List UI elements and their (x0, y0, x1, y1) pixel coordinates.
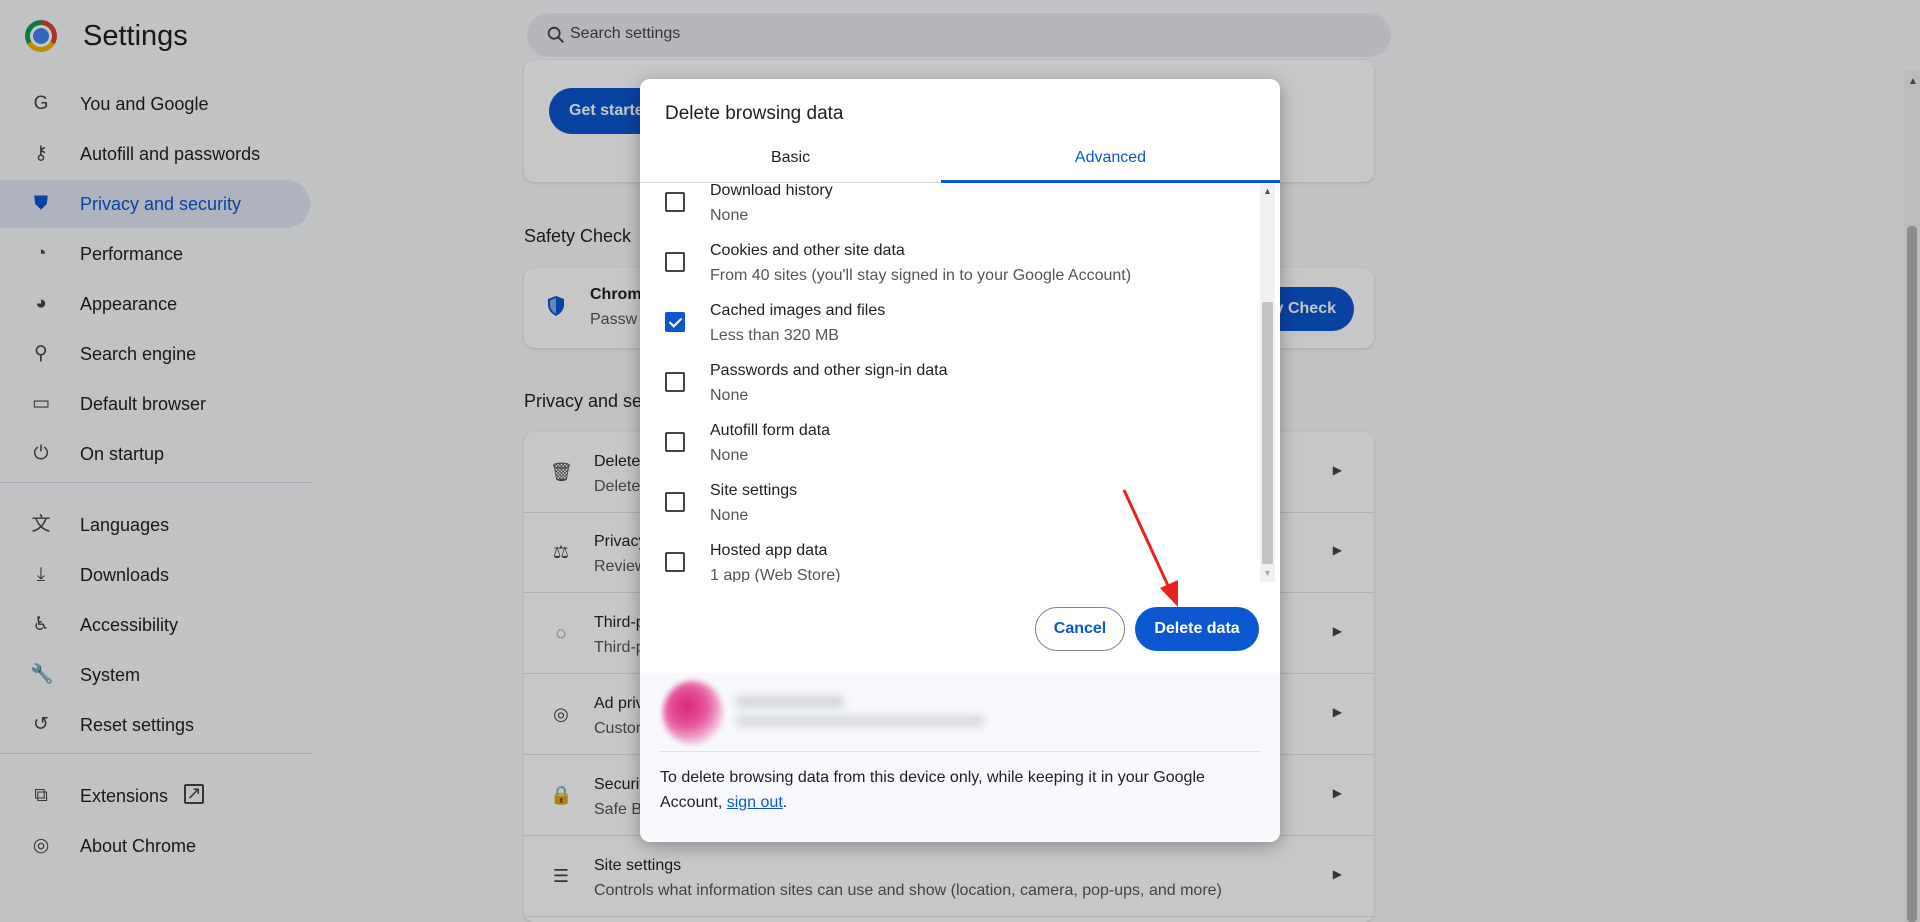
checkbox[interactable] (665, 312, 685, 332)
footer-text: To delete browsing data from this device… (660, 765, 1260, 815)
delete-data-button[interactable]: Delete data (1135, 607, 1259, 651)
data-type-subtitle: From 40 sites (you'll stay signed in to … (710, 267, 1132, 284)
dialog-tabs: Basic Advanced (640, 139, 1280, 183)
sign-out-link[interactable]: sign out (727, 794, 783, 811)
data-type-item[interactable]: Passwords and other sign-in data None (640, 352, 1260, 412)
footer-divider (660, 751, 1260, 752)
data-type-title: Site settings (710, 482, 798, 499)
data-type-item[interactable]: Cached images and files Less than 320 MB (640, 292, 1260, 352)
checkbox[interactable] (665, 492, 685, 512)
data-type-title: Autofill form data (710, 422, 831, 439)
data-type-item[interactable]: Download history None (640, 184, 1260, 232)
data-type-item[interactable]: Cookies and other site data From 40 sites… (640, 232, 1260, 292)
checkbox[interactable] (665, 192, 685, 212)
account-email-redacted (735, 715, 985, 727)
dialog-footer: To delete browsing data from this device… (640, 673, 1280, 842)
delete-browsing-data-dialog: Delete browsing data Basic Advanced Down… (640, 79, 1280, 842)
data-type-subtitle: None (710, 447, 749, 464)
data-type-subtitle: 1 app (Web Store) (710, 567, 841, 582)
checkbox[interactable] (665, 252, 685, 272)
data-type-title: Hosted app data (710, 542, 828, 559)
data-type-subtitle: None (710, 507, 749, 524)
data-type-title: Cached images and files (710, 302, 886, 319)
scroll-up-arrow-icon[interactable]: ▲ (1263, 186, 1272, 196)
annotation-arrow-icon (1122, 489, 1178, 607)
data-type-title: Cookies and other site data (710, 242, 905, 259)
data-type-item[interactable]: Autofill form data None (640, 412, 1260, 472)
tab-advanced[interactable]: Advanced (941, 139, 1280, 183)
footer-period: . (782, 794, 788, 811)
checkbox[interactable] (665, 432, 685, 452)
data-type-title: Download history (710, 184, 833, 199)
data-type-subtitle: Less than 320 MB (710, 327, 839, 344)
account-name-redacted (735, 695, 845, 709)
data-type-subtitle: None (710, 387, 749, 404)
checkbox[interactable] (665, 552, 685, 572)
dialog-scrollbar-thumb[interactable] (1262, 302, 1273, 564)
data-type-subtitle: None (710, 207, 749, 224)
avatar (663, 681, 723, 745)
checkbox[interactable] (665, 372, 685, 392)
cancel-button[interactable]: Cancel (1035, 607, 1125, 651)
tab-basic[interactable]: Basic (640, 139, 941, 183)
dialog-title: Delete browsing data (665, 103, 844, 124)
data-type-title: Passwords and other sign-in data (710, 362, 948, 379)
scroll-down-arrow-icon[interactable]: ▼ (1263, 568, 1272, 578)
dialog-scrollbar[interactable]: ▲ ▼ (1260, 184, 1275, 582)
